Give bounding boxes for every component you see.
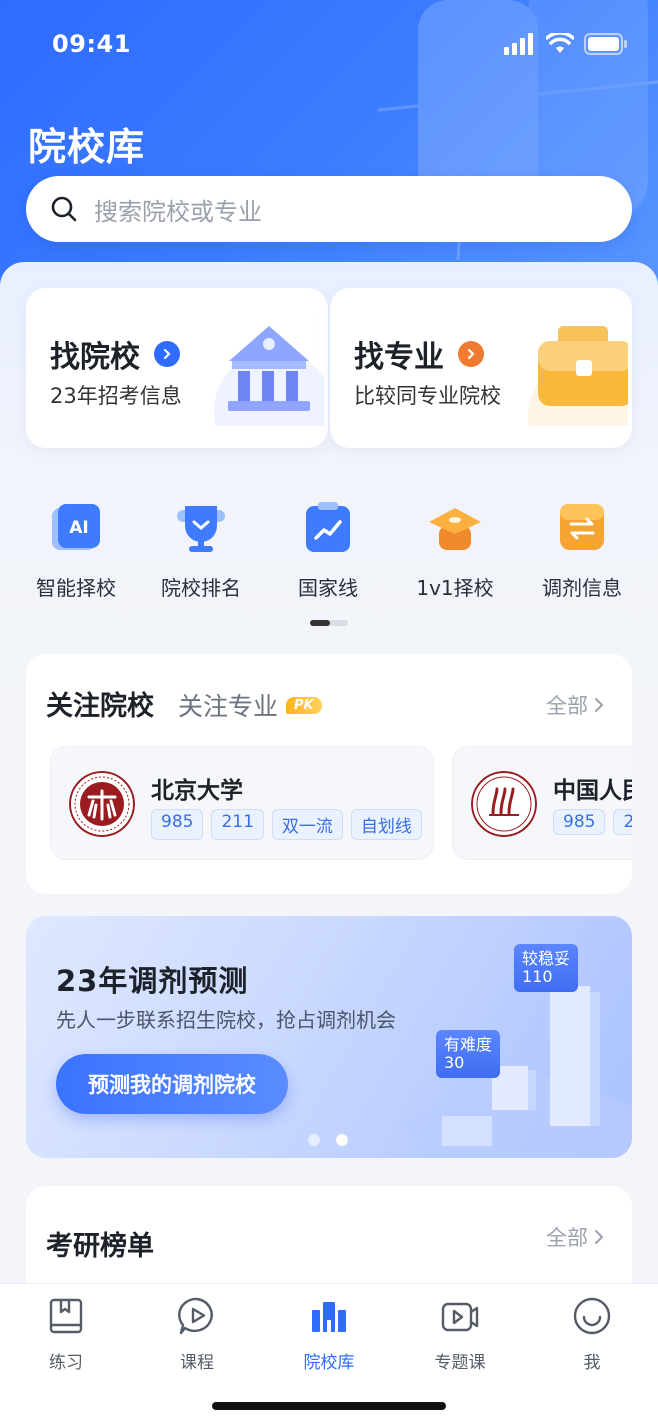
- bubble-value: 110: [522, 967, 553, 986]
- tab-followed-schools[interactable]: 关注院校: [46, 684, 162, 727]
- banner-subtitle: 先人一步联系招生院校，抢占调剂机会: [56, 1008, 396, 1032]
- follow-tabs: 关注院校 关注专业 PK: [46, 684, 322, 727]
- video-topic-icon: [441, 1302, 479, 1332]
- school-card-peking[interactable]: 北京大学 985 211 双一流 自划线: [50, 746, 434, 860]
- bubble-label: 较稳妥: [522, 949, 571, 968]
- tab-me[interactable]: 我: [542, 1296, 642, 1373]
- banner-dot: [308, 1134, 320, 1146]
- bubble-label: 有难度: [444, 1035, 493, 1054]
- page-title: 院校库: [28, 125, 146, 169]
- tab-courses[interactable]: 课程: [147, 1296, 247, 1373]
- quick-item-label: 院校排名: [161, 576, 241, 600]
- swap-icon: [560, 504, 604, 550]
- search-placeholder: 搜索院校或专业: [94, 197, 262, 226]
- search-icon: [51, 196, 77, 222]
- status-icons: [504, 33, 628, 55]
- school-tag: 双一流: [271, 809, 343, 840]
- bubble-value: 30: [444, 1053, 465, 1072]
- svg-text:AI: AI: [69, 518, 88, 538]
- school-name: 北京大学: [151, 778, 243, 804]
- tab-label: 院校库: [303, 1353, 355, 1373]
- tab-label: 关注院校: [46, 691, 154, 722]
- school-tag: 自划线: [350, 809, 422, 840]
- signal-icon: [504, 33, 533, 55]
- school-building-illustration: [214, 326, 324, 426]
- see-all-label: 全部: [546, 1226, 588, 1250]
- school-tag: 211: [211, 809, 264, 840]
- school-tag: 985: [553, 809, 606, 835]
- find-major-title-row: 找专业: [354, 332, 484, 376]
- chevron-right-icon: [154, 341, 180, 367]
- battery-icon: [584, 33, 627, 55]
- school-tag: 985: [151, 809, 204, 840]
- school-name: 中国人民: [553, 778, 632, 804]
- chevron-right-icon: [595, 698, 604, 712]
- graduation-cap-icon: [429, 508, 481, 550]
- ranking-see-all-link[interactable]: 全部: [546, 1222, 604, 1252]
- search-input[interactable]: 搜索院校或专业: [26, 176, 632, 242]
- quick-item-national-line[interactable]: 国家线: [268, 500, 388, 601]
- ranking-title: 考研榜单: [46, 1231, 154, 1262]
- play-bubble-icon: [178, 1297, 213, 1335]
- status-time: 09:41: [52, 30, 131, 58]
- briefcase-illustration: [528, 326, 628, 426]
- quick-menu-pager: [310, 620, 348, 626]
- wifi-icon: [546, 33, 574, 53]
- quick-item-label: 调剂信息: [542, 576, 622, 600]
- find-major-subtitle: 比较同专业院校: [354, 384, 501, 408]
- tab-practice[interactable]: 练习: [16, 1296, 116, 1373]
- quick-item-1v1-select[interactable]: 1v1择校: [395, 500, 515, 601]
- quick-menu: AI 智能择校 院校排名 国家线 1v1择校 调剂信息: [0, 500, 658, 600]
- find-school-subtitle: 23年招考信息: [50, 384, 182, 408]
- renmin-university-logo: [471, 771, 537, 837]
- school-tag: 2: [613, 809, 632, 835]
- tab-school-library[interactable]: 院校库: [279, 1296, 379, 1373]
- see-all-link[interactable]: 全部: [546, 690, 604, 720]
- find-school-title-row: 找院校: [50, 332, 180, 376]
- bubble-high: 较稳妥 110: [514, 944, 579, 992]
- follow-card: 关注院校 关注专业 PK 全部 北京大学 985 211 双一流 自划线 中国人…: [26, 654, 632, 894]
- quick-item-label: 国家线: [298, 576, 358, 600]
- tab-label: 我: [583, 1353, 601, 1373]
- status-bar: 09:41: [0, 0, 658, 88]
- tab-label: 练习: [49, 1353, 83, 1373]
- quick-item-ranking[interactable]: 院校排名: [141, 500, 261, 601]
- see-all-label: 全部: [546, 694, 588, 718]
- quick-item-adjust-info[interactable]: 调剂信息: [522, 500, 642, 601]
- trend-chart-icon: [306, 502, 350, 552]
- school-tags: 985 2: [553, 809, 632, 835]
- quick-item-label: 1v1择校: [416, 576, 494, 600]
- chevron-right-icon: [595, 1230, 604, 1244]
- school-card-renmin[interactable]: 中国人民 985 2: [452, 746, 632, 860]
- tab-followed-majors[interactable]: 关注专业 PK: [178, 687, 322, 723]
- find-school-card[interactable]: 找院校 23年招考信息: [26, 288, 328, 448]
- book-icon: [49, 1298, 83, 1334]
- tab-label: 专题课: [434, 1353, 486, 1373]
- school-tags: 985 211 双一流 自划线: [151, 809, 422, 840]
- pk-badge: PK: [286, 696, 322, 714]
- quick-item-label: 智能择校: [36, 576, 116, 600]
- peking-university-logo: [69, 771, 135, 837]
- find-school-title: 找院校: [50, 340, 140, 375]
- tab-label: 课程: [180, 1353, 214, 1373]
- home-indicator[interactable]: [212, 1402, 446, 1410]
- tab-topic-courses[interactable]: 专题课: [410, 1296, 510, 1373]
- bubble-low: 有难度 30: [436, 1030, 501, 1078]
- quick-item-smart-select[interactable]: AI 智能择校: [16, 500, 136, 601]
- school-building-icon: [312, 1302, 346, 1332]
- tab-label: 关注专业: [178, 692, 279, 721]
- predict-adjust-button[interactable]: 预测我的调剂院校: [56, 1054, 288, 1114]
- adjust-prediction-banner[interactable]: 较稳妥 110 有难度 30 23年调剂预测 先人一步联系招生院校，抢占调剂机会…: [26, 916, 632, 1158]
- pager-thumb: [310, 620, 330, 626]
- ai-icon: AI: [52, 504, 100, 550]
- banner-pager: [308, 1134, 348, 1146]
- banner-title: 23年调剂预测: [56, 964, 249, 998]
- find-major-title: 找专业: [354, 340, 444, 375]
- trophy-icon: [177, 506, 225, 552]
- chevron-right-icon: [458, 341, 484, 367]
- find-major-card[interactable]: 找专业 比较同专业院校: [330, 288, 632, 448]
- smile-icon: [573, 1297, 611, 1335]
- banner-dot-active: [336, 1134, 348, 1146]
